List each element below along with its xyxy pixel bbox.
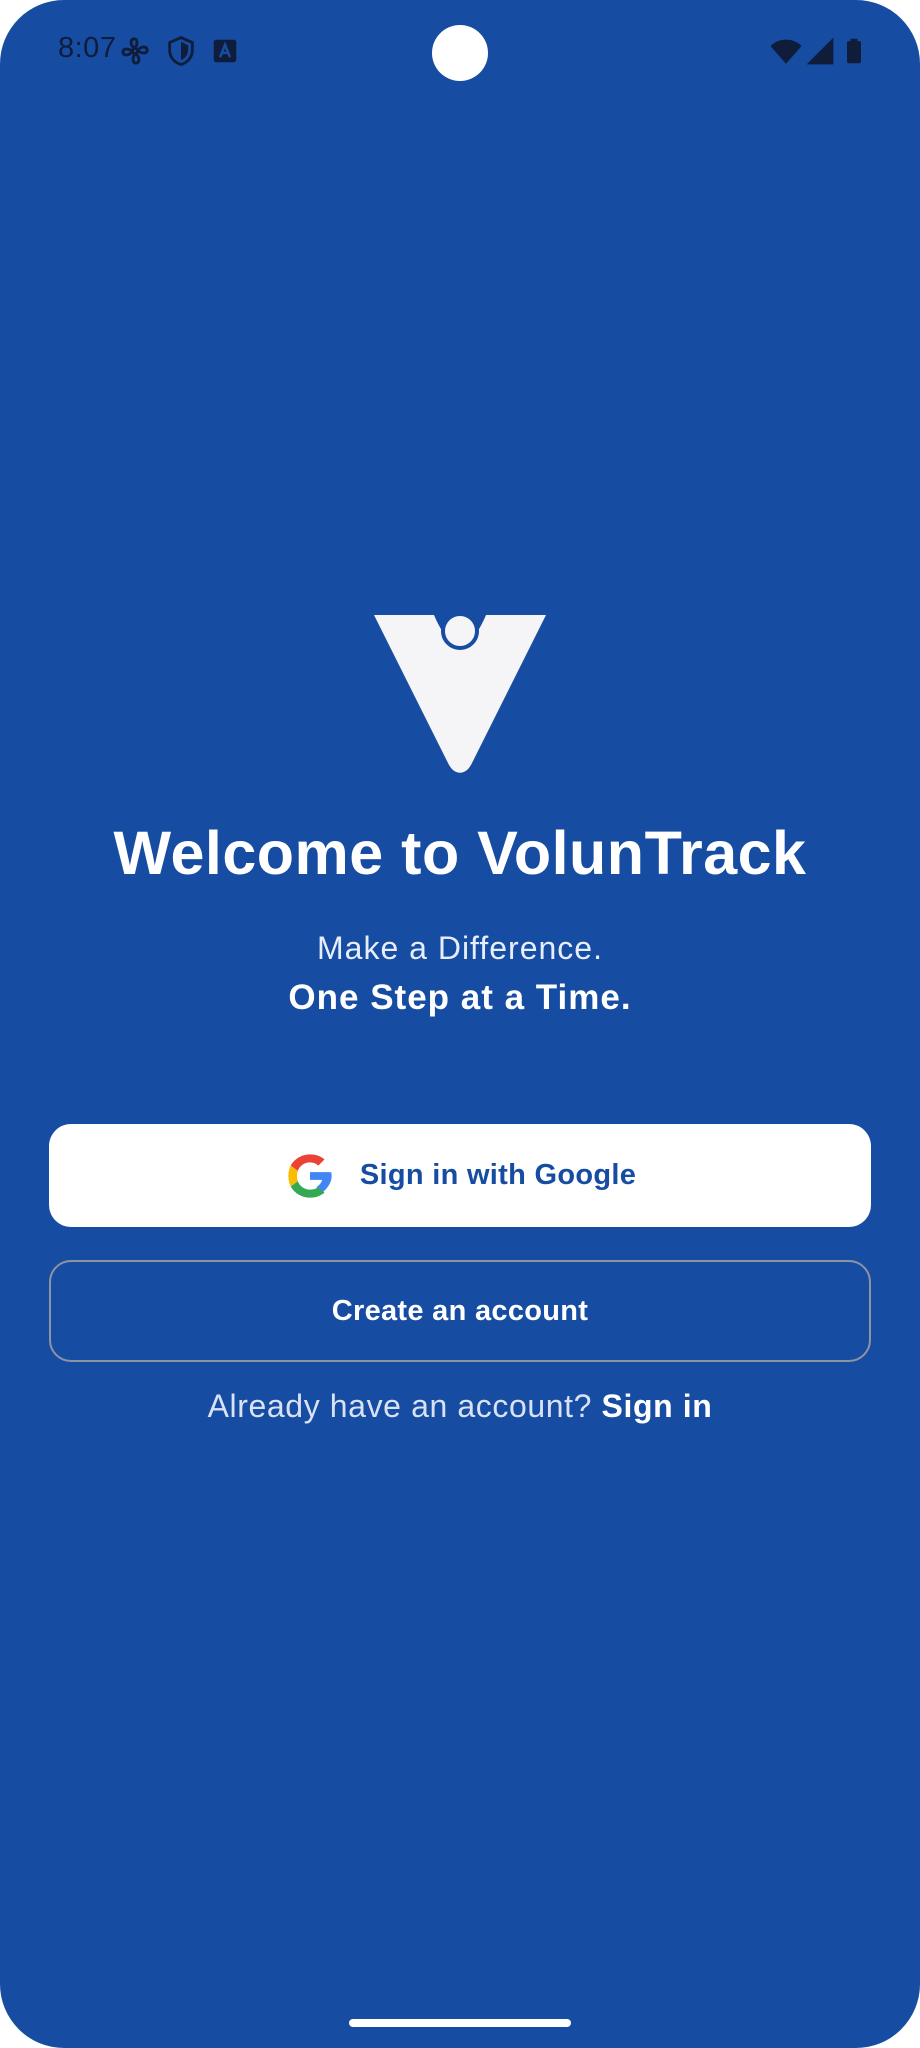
fan-icon [121,37,149,65]
status-time: 8:07 [58,32,117,64]
shield-icon [168,35,194,66]
wifi-icon [770,39,802,64]
voluntrack-logo-icon [374,612,546,773]
sign-in-with-google-button[interactable]: Sign in with Google [49,1124,871,1227]
battery-icon [847,38,861,64]
camera-cutout [432,25,488,81]
text-a-icon [213,39,237,63]
google-button-label: Sign in with Google [359,1159,637,1191]
tagline-line-2: One Step at a Time. [288,978,632,1017]
sign-in-prompt-text: Already have an account? [207,1388,593,1424]
create-account-button[interactable]: Create an account [49,1260,871,1362]
sign-in-prompt-row: Already have an account? Sign in [0,1388,920,1425]
home-indicator[interactable] [349,2019,571,2027]
sign-in-link[interactable]: Sign in [602,1388,713,1424]
welcome-title: Welcome to VolunTrack [113,819,807,887]
tagline-line-1: Make a Difference. [317,930,603,966]
signal-icon [806,37,834,65]
google-g-icon [288,1153,332,1198]
app-screen: 8:07 Welcome to VolunTrack Make a Differ… [0,0,920,2048]
create-account-label: Create an account [331,1294,589,1327]
status-bar: 8:07 [0,0,920,104]
